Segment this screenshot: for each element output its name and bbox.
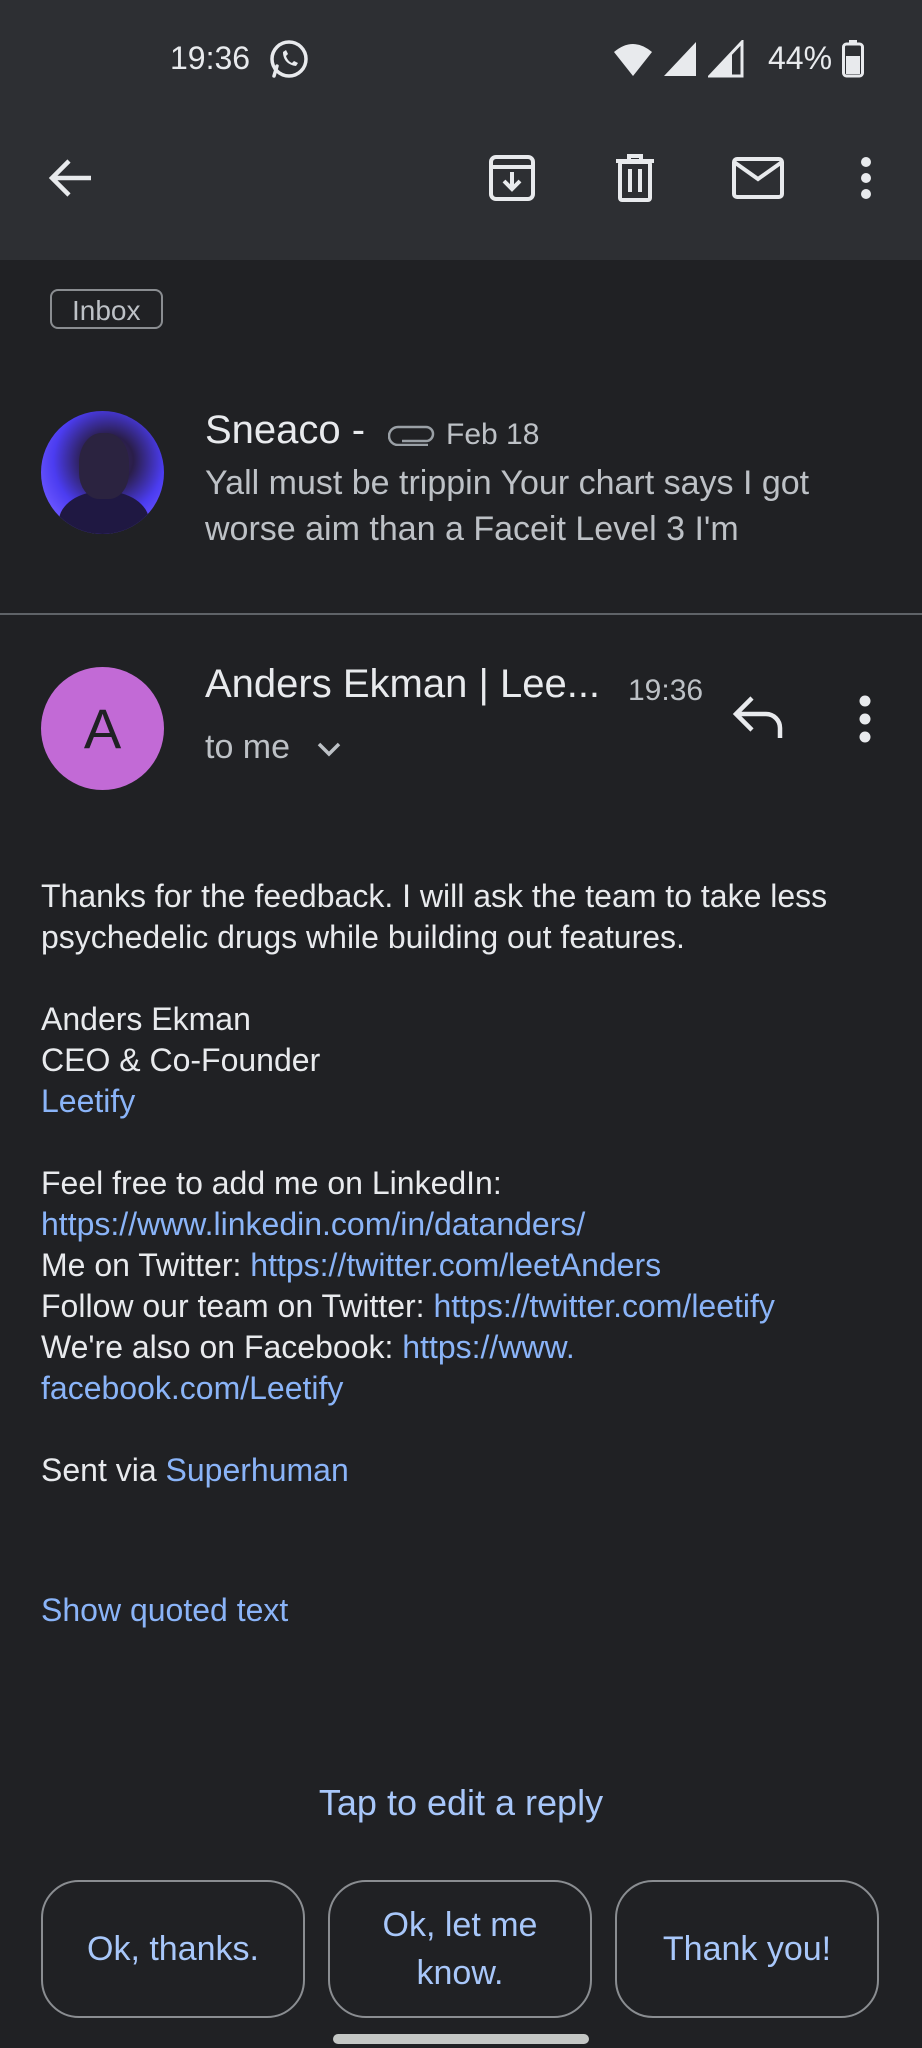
attachment-icon (388, 425, 435, 446)
chevron-down-icon[interactable] (316, 740, 342, 758)
facebook-link[interactable]: https://www. (402, 1329, 575, 1365)
message-date: Feb 18 (446, 418, 540, 451)
message-snippet: Yall must be trippin Your chart says I g… (205, 464, 810, 548)
message-body: Thanks for the feedback. I will ask the … (41, 876, 901, 1491)
recipient-label[interactable]: to me (205, 728, 290, 767)
twitter-link[interactable]: https://twitter.com/leetAnders (250, 1247, 661, 1283)
superhuman-link[interactable]: Superhuman (166, 1452, 349, 1488)
more-vert-icon[interactable] (838, 150, 894, 206)
avatar (41, 411, 164, 534)
top-app-bar: 19:36 44% (0, 0, 922, 260)
sender-name: Sneaco - (205, 408, 366, 452)
archive-icon[interactable] (484, 150, 540, 206)
battery-icon (842, 40, 864, 78)
whatsapp-icon (270, 40, 308, 78)
more-vert-icon[interactable] (852, 694, 878, 744)
trash-icon[interactable] (607, 150, 663, 206)
home-indicator[interactable] (333, 2034, 589, 2044)
status-time: 19:36 (170, 40, 251, 76)
facebook-link-continued[interactable]: facebook.com/Leetify (41, 1370, 343, 1406)
sent-via-label: Sent via (41, 1452, 166, 1488)
linkedin-label: Feel free to add me on LinkedIn: (41, 1165, 502, 1201)
twitter-label: Me on Twitter: (41, 1247, 251, 1283)
signature-title: CEO & Co-Founder (41, 1042, 321, 1078)
team-twitter-link[interactable]: https://twitter.com/leetify (433, 1288, 774, 1324)
cell-signal-icon (664, 42, 696, 76)
tap-to-edit-reply[interactable]: Tap to edit a reply (0, 1782, 922, 1824)
wifi-icon (614, 44, 652, 76)
mail-icon[interactable] (730, 150, 786, 206)
avatar: A (41, 667, 164, 790)
sender-name[interactable]: Anders Ekman | Lee... (205, 662, 600, 707)
leetify-link[interactable]: Leetify (41, 1083, 135, 1119)
body-paragraph: Thanks for the feedback. I will ask the … (41, 878, 828, 955)
label-chip-inbox[interactable]: Inbox (50, 289, 163, 329)
cell-signal-icon (708, 40, 744, 78)
reply-icon[interactable] (732, 694, 784, 740)
facebook-label: We're also on Facebook: (41, 1329, 403, 1365)
smart-reply-chip[interactable]: Ok, thanks. (41, 1880, 305, 2018)
linkedin-link[interactable]: https://www.linkedin.com/in/datanders/ (41, 1206, 585, 1242)
battery-percent: 44% (768, 40, 833, 76)
team-twitter-label: Follow our team on Twitter: (41, 1288, 434, 1324)
divider (0, 613, 922, 615)
smart-reply-chip[interactable]: Ok, let me know. (328, 1880, 592, 2018)
smart-reply-chip[interactable]: Thank you! (615, 1880, 879, 2018)
signature-name: Anders Ekman (41, 1001, 251, 1037)
message-time: 19:36 (628, 674, 704, 707)
show-quoted-text-link[interactable]: Show quoted text (41, 1592, 288, 1629)
back-arrow-icon[interactable] (42, 150, 98, 206)
